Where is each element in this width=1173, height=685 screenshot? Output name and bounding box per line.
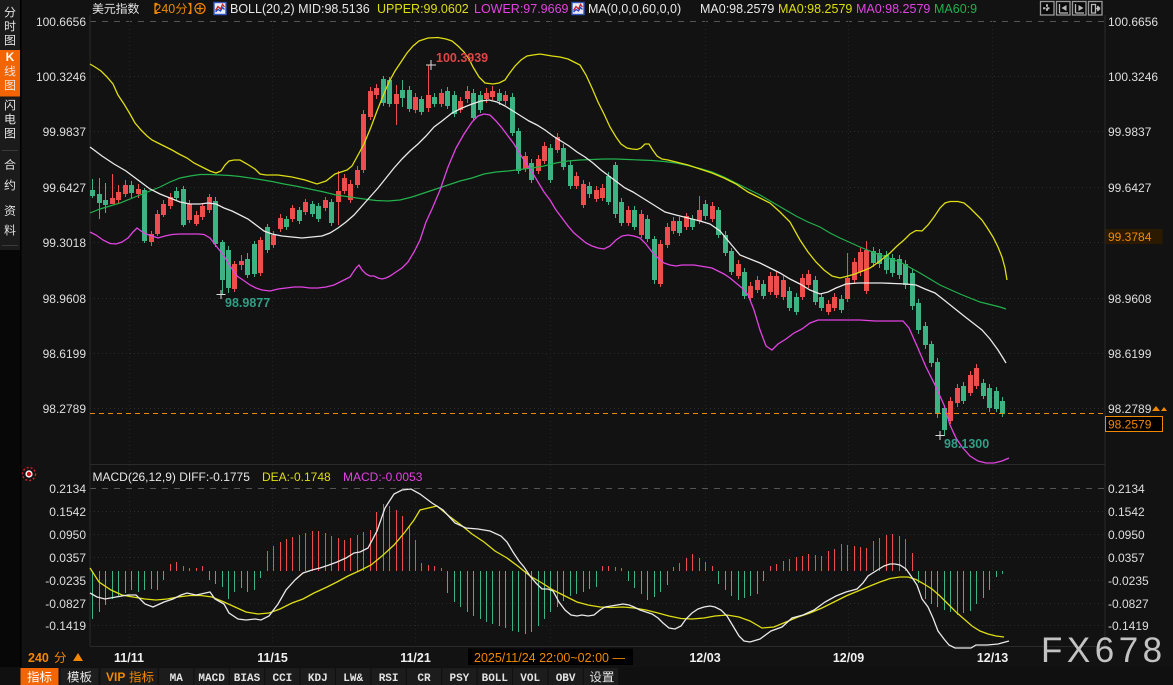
svg-text:99.3018: 99.3018 bbox=[43, 236, 87, 250]
svg-text:99.6427: 99.6427 bbox=[1108, 181, 1152, 195]
svg-text:98.2789: 98.2789 bbox=[43, 402, 87, 416]
svg-text:-0.0827: -0.0827 bbox=[45, 597, 86, 611]
svg-text:-0.0827: -0.0827 bbox=[1108, 597, 1149, 611]
svg-text:100.3246: 100.3246 bbox=[1108, 70, 1158, 84]
svg-text:0.0950: 0.0950 bbox=[49, 528, 86, 542]
svg-text:CCI: CCI bbox=[272, 673, 292, 685]
svg-text:LOWER:97.9669: LOWER:97.9669 bbox=[474, 2, 569, 16]
svg-text:OBV: OBV bbox=[556, 673, 576, 685]
svg-text:98.6199: 98.6199 bbox=[1108, 347, 1152, 361]
svg-text:BOLL: BOLL bbox=[482, 673, 509, 685]
svg-text:0.0357: 0.0357 bbox=[49, 551, 86, 565]
svg-text:MA: MA bbox=[170, 673, 184, 685]
svg-text:MA0:98.2579: MA0:98.2579 bbox=[700, 2, 774, 16]
svg-text:98.1300: 98.1300 bbox=[944, 437, 989, 451]
svg-text:12/03: 12/03 bbox=[689, 651, 720, 665]
svg-text:0.1542: 0.1542 bbox=[49, 505, 86, 519]
svg-text:98.9608: 98.9608 bbox=[43, 292, 87, 306]
svg-text:VOL: VOL bbox=[520, 673, 540, 685]
svg-text:100.3939: 100.3939 bbox=[436, 51, 488, 65]
svg-text:VIP: VIP bbox=[106, 670, 125, 684]
svg-text:100.6656: 100.6656 bbox=[36, 15, 86, 29]
svg-text:UPPER:99.0602: UPPER:99.0602 bbox=[377, 2, 469, 16]
svg-text:99.6427: 99.6427 bbox=[43, 181, 87, 195]
svg-text:MACD: MACD bbox=[198, 673, 225, 685]
svg-text:FX678: FX678 bbox=[1041, 631, 1167, 670]
svg-text:0.1542: 0.1542 bbox=[1108, 505, 1145, 519]
svg-text:MA0:98.2579: MA0:98.2579 bbox=[856, 2, 930, 16]
svg-text:100.6656: 100.6656 bbox=[1108, 15, 1158, 29]
svg-text:240: 240 bbox=[154, 2, 175, 16]
svg-text:2025/11/24 22:00~02:00 —: 2025/11/24 22:00~02:00 — bbox=[474, 651, 625, 665]
svg-text:11/15: 11/15 bbox=[257, 651, 288, 665]
svg-text:CR: CR bbox=[417, 673, 431, 685]
svg-text:-0.0235: -0.0235 bbox=[1108, 574, 1149, 588]
svg-text:0.0950: 0.0950 bbox=[1108, 528, 1145, 542]
svg-text:MA(0,0,0,60,0,0): MA(0,0,0,60,0,0) bbox=[588, 2, 681, 16]
svg-text:MACD:-0.0053: MACD:-0.0053 bbox=[343, 470, 423, 484]
svg-text:11/11: 11/11 bbox=[114, 651, 144, 665]
svg-text:12/13: 12/13 bbox=[977, 651, 1008, 665]
svg-text:BOLL(20,2) MID:98.5136: BOLL(20,2) MID:98.5136 bbox=[230, 2, 370, 16]
svg-text:-0.1419: -0.1419 bbox=[45, 619, 86, 633]
svg-text:98.6199: 98.6199 bbox=[43, 347, 87, 361]
svg-text:-0.0235: -0.0235 bbox=[45, 574, 86, 588]
svg-text:240: 240 bbox=[28, 651, 49, 665]
svg-text:MA60:9: MA60:9 bbox=[934, 2, 977, 16]
svg-text:98.2789: 98.2789 bbox=[1108, 402, 1152, 416]
svg-text:98.9608: 98.9608 bbox=[1108, 292, 1152, 306]
svg-text:12/09: 12/09 bbox=[833, 651, 864, 665]
svg-text:PSY: PSY bbox=[449, 673, 469, 685]
svg-text:MACD(26,12,9) DIFF:-0.1775: MACD(26,12,9) DIFF:-0.1775 bbox=[93, 470, 251, 484]
svg-text:DEA:-0.1748: DEA:-0.1748 bbox=[262, 470, 331, 484]
svg-text:99.9837: 99.9837 bbox=[43, 125, 87, 139]
svg-text:100.3246: 100.3246 bbox=[36, 70, 86, 84]
svg-text:K: K bbox=[6, 50, 15, 64]
svg-text:MA0:98.2579: MA0:98.2579 bbox=[778, 2, 852, 16]
svg-text:BIAS: BIAS bbox=[234, 673, 261, 685]
svg-text:11/21: 11/21 bbox=[400, 651, 431, 665]
svg-text:0.2134: 0.2134 bbox=[1108, 482, 1145, 496]
svg-text:0.2134: 0.2134 bbox=[49, 482, 86, 496]
svg-text:98.9877: 98.9877 bbox=[225, 296, 270, 310]
svg-text:KDJ: KDJ bbox=[308, 673, 328, 685]
svg-text:99.3784: 99.3784 bbox=[1108, 230, 1152, 244]
svg-text:0.0357: 0.0357 bbox=[1108, 551, 1145, 565]
svg-text:98.2579: 98.2579 bbox=[1108, 418, 1152, 432]
svg-text:RSI: RSI bbox=[379, 673, 399, 685]
svg-text:99.9837: 99.9837 bbox=[1108, 125, 1152, 139]
svg-text:LW&: LW& bbox=[343, 673, 363, 685]
